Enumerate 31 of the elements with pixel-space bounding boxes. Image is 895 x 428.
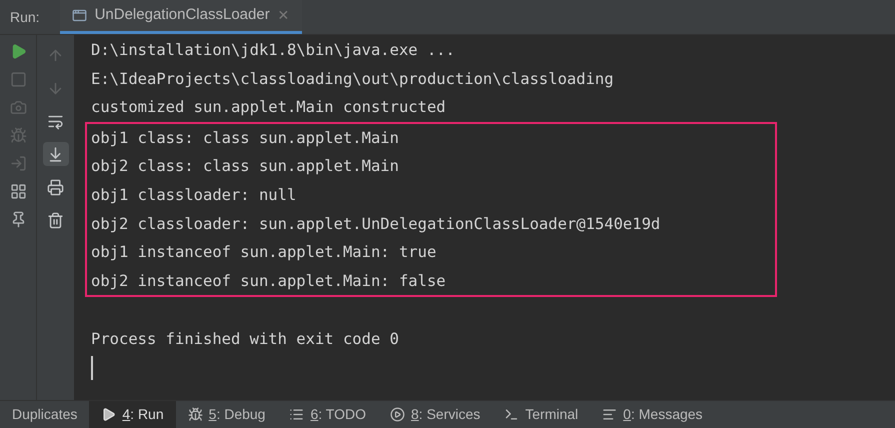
tool-window-tab[interactable]: 4: Run <box>89 401 176 428</box>
scroll-to-end-button[interactable] <box>42 142 68 166</box>
console-line: obj2 class: class sun.applet.Main <box>91 156 399 178</box>
tool-window-tab[interactable]: Terminal <box>492 401 590 428</box>
messages-icon <box>602 407 618 422</box>
bug-icon <box>188 407 203 422</box>
play-icon <box>101 407 116 422</box>
console-line: obj1 instanceof sun.applet.Main: true <box>91 242 436 264</box>
trash-icon <box>47 212 64 228</box>
console-line: E:\IdeaProjects\classloading\out\production\classloading <box>91 68 614 90</box>
tool-window-tab[interactable]: 6: TODO <box>277 401 378 428</box>
console-line: D:\installation\jdk1.8\bin\java.exe ... <box>91 40 455 61</box>
print-icon <box>47 178 64 196</box>
console-line: obj2 instanceof sun.applet.Main: false <box>91 270 446 292</box>
tool-window-tab[interactable]: 5: Debug <box>176 401 278 428</box>
tool-window-tab[interactable]: 0: Messages <box>590 401 715 428</box>
run-label: Run: <box>9 8 41 26</box>
services-icon <box>390 407 405 422</box>
terminal-icon <box>504 407 520 422</box>
list-icon <box>289 407 304 422</box>
text-cursor <box>91 356 93 380</box>
layout-icon[interactable] <box>10 183 26 200</box>
scroll-to-end-icon <box>47 146 64 162</box>
tool-window-tab[interactable]: Duplicates <box>0 401 90 428</box>
console-line: customized sun.applet.Main constructed <box>91 97 446 118</box>
console-line: obj1 classloader: null <box>91 184 296 206</box>
window-icon <box>72 8 87 23</box>
console-line: obj1 class: class sun.applet.Main <box>91 128 399 149</box>
console-line: obj2 classloader: sun.applet.UnDelegationClassLoader@1540e19d <box>91 214 660 235</box>
console-line: Process finished with exit code 0 <box>91 329 399 350</box>
tool-window-tab[interactable]: 8: Services <box>378 401 492 428</box>
